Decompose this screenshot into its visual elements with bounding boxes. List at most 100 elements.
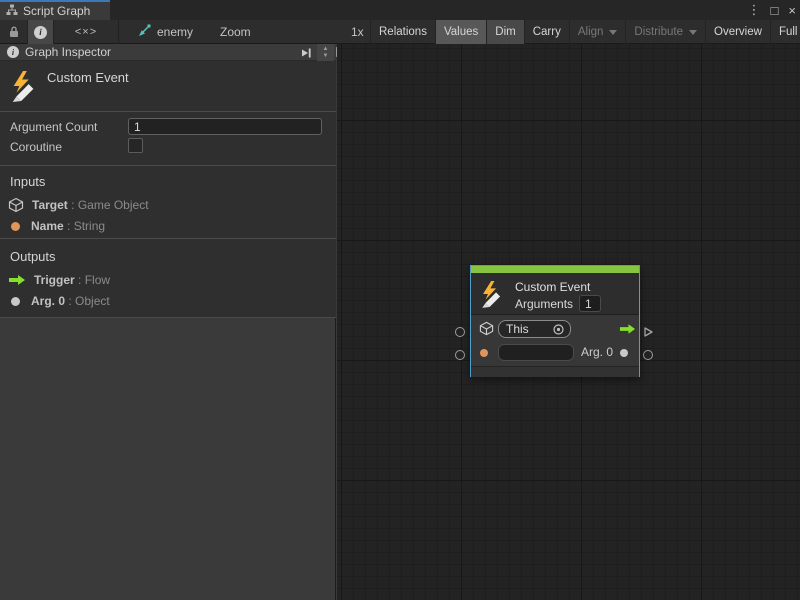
node-output-port-arg0[interactable]	[643, 350, 653, 360]
breadcrumb[interactable]: enemy	[138, 20, 193, 44]
dim-button[interactable]: Dim	[486, 20, 523, 44]
carry-button[interactable]: Carry	[524, 20, 569, 44]
input-row-target: Target : Game Object	[8, 197, 149, 213]
string-port-icon	[11, 222, 20, 231]
port-type: Flow	[85, 273, 110, 287]
maximize-icon[interactable]: □	[771, 3, 779, 18]
graph-canvas[interactable]: Custom Event Arguments 1 This	[337, 44, 800, 600]
output-row-trigger: Trigger : Flow	[8, 272, 110, 288]
target-dropdown-value: This	[506, 322, 529, 336]
breadcrumb-label: enemy	[157, 25, 193, 39]
node-header[interactable]: Custom Event Arguments 1	[471, 273, 639, 315]
lock-icon	[8, 25, 20, 39]
event-title: Custom Event	[47, 70, 129, 85]
arrow-up-icon[interactable]: ▲	[323, 46, 329, 53]
panel-scroll-spinner[interactable]: ▲ ▼	[317, 44, 334, 61]
coroutine-checkbox[interactable]	[128, 138, 143, 153]
node-row-arg0: Arg. 0	[471, 342, 639, 362]
port-name: Arg. 0	[31, 294, 65, 308]
info-icon: i	[7, 46, 19, 58]
port-type: Game Object	[78, 198, 149, 212]
type-separator: :	[67, 219, 70, 233]
values-button[interactable]: Values	[435, 20, 486, 44]
fullscreen-button[interactable]: Full Screen	[770, 20, 800, 44]
node-input-port-target[interactable]	[455, 327, 465, 337]
flow-port-triangle-icon	[642, 326, 654, 338]
flow-arrow-icon	[619, 323, 636, 338]
port-type: String	[74, 219, 105, 233]
custom-event-icon	[479, 280, 505, 311]
type-separator: :	[68, 294, 71, 308]
outputs-heading: Outputs	[10, 249, 56, 264]
arg0-label: Arg. 0	[581, 345, 613, 359]
arrow-down-icon[interactable]: ▼	[323, 53, 329, 60]
node-input-port-name[interactable]	[455, 350, 465, 360]
event-name-input[interactable]	[498, 344, 574, 361]
string-port-icon	[480, 349, 488, 357]
dock-panel-button[interactable]	[298, 46, 314, 59]
inputs-heading: Inputs	[10, 174, 45, 189]
node-color-bar	[471, 266, 639, 273]
section-divider	[0, 317, 336, 318]
output-row-arg0: Arg. 0 : Object	[8, 293, 110, 309]
node-body: This Arg. 0	[471, 316, 639, 366]
port-name: Name	[31, 219, 64, 233]
window-controls: ⋮ □ ×	[748, 0, 796, 20]
align-dropdown[interactable]: Align	[569, 20, 626, 44]
dock-icon	[300, 47, 312, 59]
target-dropdown[interactable]: This	[498, 320, 571, 338]
code-preview-button[interactable]: <×>	[58, 20, 114, 44]
toolbar-button-group: Relations Values Dim Carry Align Distrib…	[370, 20, 800, 44]
port-name: Trigger	[34, 273, 75, 287]
event-title-row: Custom Event	[0, 61, 336, 111]
node-arguments-label: Arguments	[515, 297, 573, 311]
distribute-dropdown[interactable]: Distribute	[625, 20, 705, 44]
section-divider	[0, 238, 336, 239]
node-row-target: This	[471, 319, 639, 339]
object-port-icon	[620, 349, 628, 357]
target-self-icon	[552, 323, 565, 336]
title-bar: Script Graph ⋮ □ ×	[0, 0, 800, 20]
argument-count-label: Argument Count	[10, 120, 97, 134]
cube-icon	[479, 321, 494, 339]
type-separator: :	[78, 273, 81, 287]
coroutine-label: Coroutine	[10, 140, 62, 154]
node-title: Custom Event	[515, 280, 590, 294]
graph-inspector-header: i Graph Inspector ▲ ▼	[0, 44, 336, 61]
toolbar-separator	[118, 20, 119, 44]
zoom-label: Zoom	[220, 20, 251, 44]
zoom-value: 1x	[351, 20, 364, 44]
flow-arrow-icon	[8, 274, 26, 286]
lock-button[interactable]	[2, 20, 26, 44]
custom-event-node[interactable]: Custom Event Arguments 1 This	[470, 265, 640, 377]
chevron-down-icon	[689, 30, 697, 35]
port-type: Object	[75, 294, 110, 308]
tab-script-graph[interactable]: Script Graph	[0, 0, 110, 20]
port-name: Target	[32, 198, 68, 212]
graph-connector-icon	[138, 24, 151, 40]
inspector-sections: Custom Event Argument Count Coroutine In…	[0, 61, 336, 318]
node-output-port-trigger[interactable]	[642, 326, 654, 341]
close-icon[interactable]: ×	[788, 3, 796, 18]
relations-button[interactable]: Relations	[370, 20, 435, 44]
section-divider	[0, 165, 336, 166]
object-port-icon	[11, 297, 20, 306]
graph-inspector-panel: i Graph Inspector ▲ ▼ Custom Event	[0, 44, 336, 600]
graph-inspector-title: Graph Inspector	[25, 45, 111, 59]
distribute-label: Distribute	[634, 26, 683, 38]
argument-count-input[interactable]	[128, 118, 322, 135]
section-divider	[0, 111, 336, 112]
input-row-name: Name : String	[8, 218, 105, 234]
node-arguments-value[interactable]: 1	[579, 295, 601, 312]
align-label: Align	[578, 26, 604, 38]
inspector-toggle-button[interactable]: i	[27, 20, 54, 44]
overview-button[interactable]: Overview	[705, 20, 770, 44]
cube-icon	[8, 197, 24, 213]
info-icon: i	[34, 26, 47, 39]
tab-label: Script Graph	[23, 4, 90, 18]
type-separator: :	[71, 198, 74, 212]
node-footer	[471, 366, 639, 377]
toolbar: i <×> enemy Zoom 1x Relations Values Dim…	[0, 20, 800, 44]
window-menu-icon[interactable]: ⋮	[748, 2, 761, 18]
custom-event-icon	[9, 70, 39, 105]
